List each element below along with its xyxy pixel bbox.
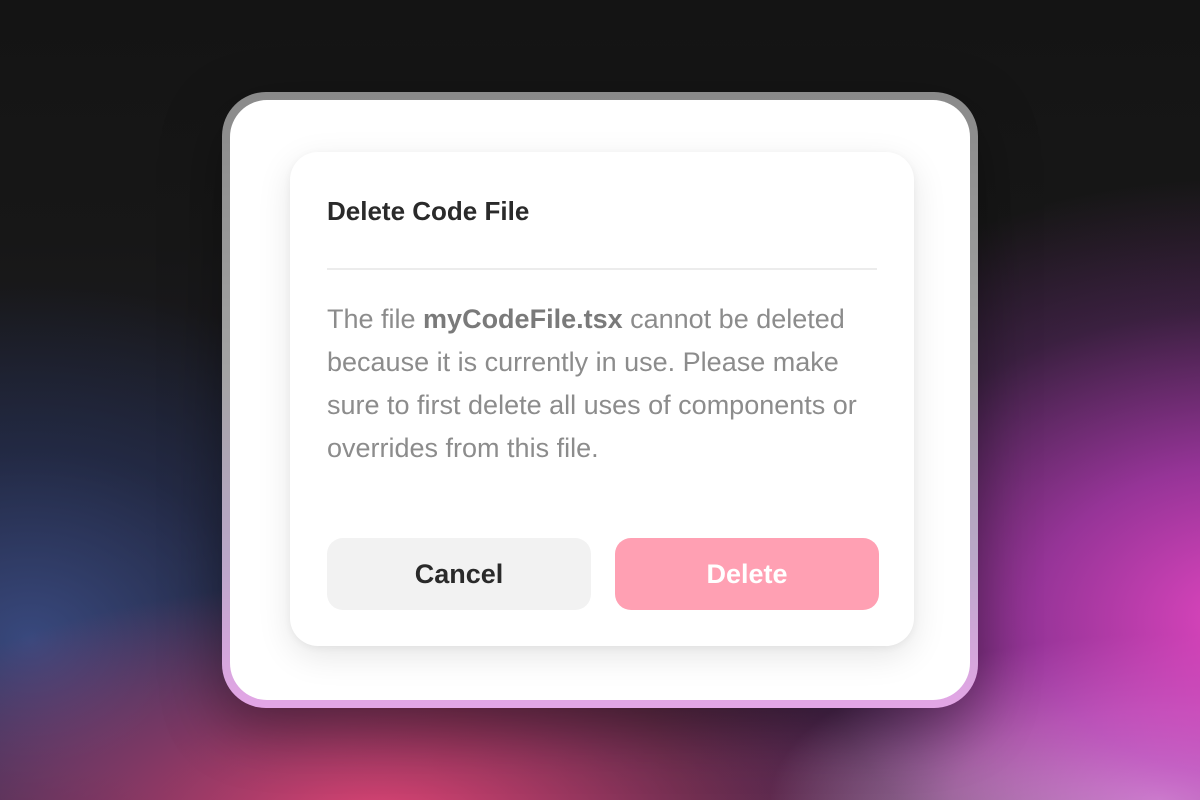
- delete-file-dialog: Delete Code File The file myCodeFile.tsx…: [290, 152, 914, 646]
- window-surface: Delete Code File The file myCodeFile.tsx…: [230, 100, 970, 700]
- dialog-message: The file myCodeFile.tsx cannot be delete…: [327, 298, 887, 470]
- message-prefix: The file: [327, 304, 424, 334]
- window-frame: Delete Code File The file myCodeFile.tsx…: [222, 92, 978, 708]
- dialog-title: Delete Code File: [327, 196, 530, 226]
- cancel-button[interactable]: Cancel: [327, 538, 591, 610]
- title-divider: [327, 268, 877, 270]
- file-name: myCodeFile.tsx: [423, 304, 623, 334]
- delete-button[interactable]: Delete: [615, 538, 879, 610]
